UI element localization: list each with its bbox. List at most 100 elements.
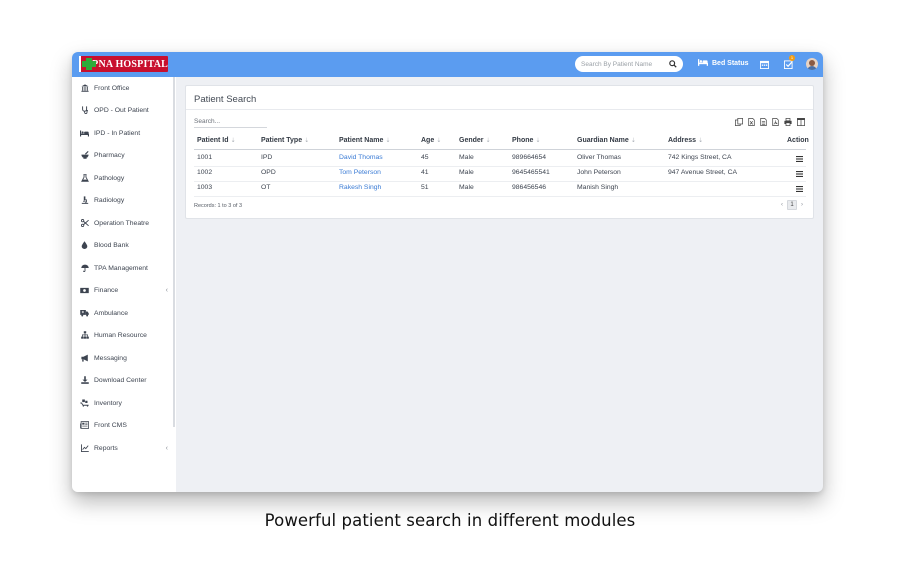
excel-icon[interactable] — [747, 117, 756, 126]
sidebar-item-download-center[interactable]: Download Center — [72, 370, 176, 390]
print-icon[interactable] — [783, 117, 792, 126]
sort-icon: ⇣ — [630, 138, 636, 144]
mortar-pestle-icon — [80, 151, 89, 160]
calendar-icon[interactable] — [758, 58, 770, 70]
flask-icon — [80, 174, 89, 183]
copy-icon[interactable] — [734, 117, 743, 126]
sidebar-item-label: Ambulance — [94, 309, 129, 317]
sidebar-item-human-resource[interactable]: Human Resource — [72, 325, 176, 345]
ambulance-icon — [80, 309, 89, 318]
sort-icon: ⇣ — [535, 138, 541, 144]
sidebar-item-front-office[interactable]: Front Office — [72, 78, 176, 98]
page-title: Patient Search — [194, 94, 257, 105]
menu-icon[interactable] — [796, 170, 803, 177]
microscope-icon — [80, 196, 89, 205]
sidebar-item-finance[interactable]: Finance ‹ — [72, 280, 176, 300]
sidebar-item-label: Front Office — [94, 84, 130, 92]
row-divider — [194, 196, 806, 197]
cell-phone: 989664654 — [512, 154, 547, 161]
sidebar-item-label: Inventory — [94, 399, 122, 407]
sidebar-item-reports[interactable]: Reports ‹ — [72, 438, 176, 458]
column-header-age[interactable]: Age ⇣ — [421, 137, 441, 144]
patient-search-panel: Patient Search Patient Id⇣ Patient Type⇣… — [185, 85, 814, 219]
sidebar-item-label: Reports — [94, 444, 118, 452]
sidebar-item-label: Radiology — [94, 196, 125, 204]
table-search-input[interactable] — [194, 116, 267, 128]
cell-phone: 986456546 — [512, 184, 547, 191]
column-header-patient-id[interactable]: Patient Id ⇣ — [197, 137, 236, 144]
sidebar-item-ambulance[interactable]: Ambulance — [72, 303, 176, 323]
search-icon[interactable] — [668, 60, 677, 69]
columns-icon[interactable] — [796, 117, 805, 126]
pdf-icon[interactable] — [771, 117, 780, 126]
divider — [186, 109, 813, 110]
scissors-icon — [80, 219, 89, 228]
sidebar-item-blood-bank[interactable]: Blood Bank — [72, 235, 176, 255]
sidebar-item-messaging[interactable]: Messaging — [72, 348, 176, 368]
tasks-icon[interactable]: 1 — [782, 55, 795, 70]
column-header-guardian-name[interactable]: Guardian Name ⇣ — [577, 137, 636, 144]
pagination-prev[interactable]: ‹ — [778, 200, 786, 210]
column-header-action: Action — [787, 137, 809, 144]
hospital-logo[interactable]: APNA HOSPITAL — [79, 56, 168, 72]
sort-icon: ⇣ — [385, 138, 391, 144]
sort-icon: ⇣ — [230, 138, 236, 144]
cell-phone: 9645465541 — [512, 169, 550, 176]
sidebar-item-operation-theatre[interactable]: Operation Theatre — [72, 213, 176, 233]
cell-guardian-name: Manish Singh — [577, 184, 619, 191]
column-header-gender[interactable]: Gender ⇣ — [459, 137, 491, 144]
stethoscope-icon — [80, 106, 89, 115]
sidebar-item-opd[interactable]: OPD - Out Patient — [72, 100, 176, 120]
notification-badge: 1 — [789, 55, 795, 61]
column-header-patient-name[interactable]: Patient Name ⇣ — [339, 137, 390, 144]
sidebar-item-front-cms[interactable]: Front CMS — [72, 415, 176, 435]
bed-icon — [698, 59, 708, 68]
patient-name-link[interactable]: Rakesh Singh — [339, 184, 381, 191]
bed-status-button[interactable]: Bed Status — [698, 59, 749, 68]
blood-drop-icon — [80, 241, 89, 250]
csv-icon[interactable] — [759, 117, 768, 126]
pagination-next[interactable]: › — [798, 200, 806, 210]
column-header-phone[interactable]: Phone ⇣ — [512, 137, 540, 144]
patient-name-link[interactable]: Tom Peterson — [339, 169, 381, 176]
top-navbar: APNA HOSPITAL Search By Patient Name Bed… — [72, 52, 823, 77]
menu-icon[interactable] — [796, 185, 803, 192]
building-icon — [80, 84, 89, 93]
sidebar-item-pathology[interactable]: Pathology — [72, 168, 176, 188]
chevron-left-icon[interactable]: ‹ — [166, 445, 168, 452]
sidebar-scrollbar[interactable] — [173, 77, 175, 427]
column-header-address[interactable]: Address ⇣ — [668, 137, 703, 144]
sidebar-item-ipd[interactable]: IPD - In Patient — [72, 123, 176, 143]
patient-search-input[interactable]: Search By Patient Name — [581, 61, 668, 68]
sort-icon: ⇣ — [436, 138, 442, 144]
sidebar-item-label: Pathology — [94, 174, 125, 182]
sidebar-item-label: Download Center — [94, 376, 147, 384]
cell-gender: Male — [459, 154, 474, 161]
download-icon — [80, 376, 89, 385]
patient-search-box[interactable]: Search By Patient Name — [575, 56, 683, 72]
sidebar-item-tpa-management[interactable]: TPA Management — [72, 258, 176, 278]
cell-age: 41 — [421, 169, 429, 176]
cell-address: 947 Avenue Street, CA — [668, 169, 738, 176]
chevron-left-icon[interactable]: ‹ — [166, 287, 168, 294]
sidebar-item-inventory[interactable]: Inventory — [72, 393, 176, 413]
sidebar-item-radiology[interactable]: Radiology — [72, 190, 176, 210]
sidebar-item-label: TPA Management — [94, 264, 148, 272]
cell-patient-type: OT — [261, 184, 271, 191]
sidebar-item-label: Blood Bank — [94, 241, 129, 249]
cell-gender: Male — [459, 169, 474, 176]
sidebar-item-label: Front CMS — [94, 421, 127, 429]
money-icon — [80, 286, 89, 295]
cell-gender: Male — [459, 184, 474, 191]
app-window: APNA HOSPITAL Search By Patient Name Bed… — [72, 52, 823, 492]
table-header-divider — [194, 149, 806, 150]
cell-patient-type: IPD — [261, 154, 273, 161]
sidebar-item-pharmacy[interactable]: Pharmacy — [72, 145, 176, 165]
column-header-patient-type[interactable]: Patient Type ⇣ — [261, 137, 309, 144]
menu-icon[interactable] — [796, 155, 803, 162]
sidebar-item-label: Human Resource — [94, 331, 147, 339]
pagination-page[interactable]: 1 — [787, 200, 797, 210]
newspaper-icon — [80, 421, 89, 430]
patient-name-link[interactable]: David Thomas — [339, 154, 383, 161]
user-avatar[interactable] — [806, 58, 818, 70]
